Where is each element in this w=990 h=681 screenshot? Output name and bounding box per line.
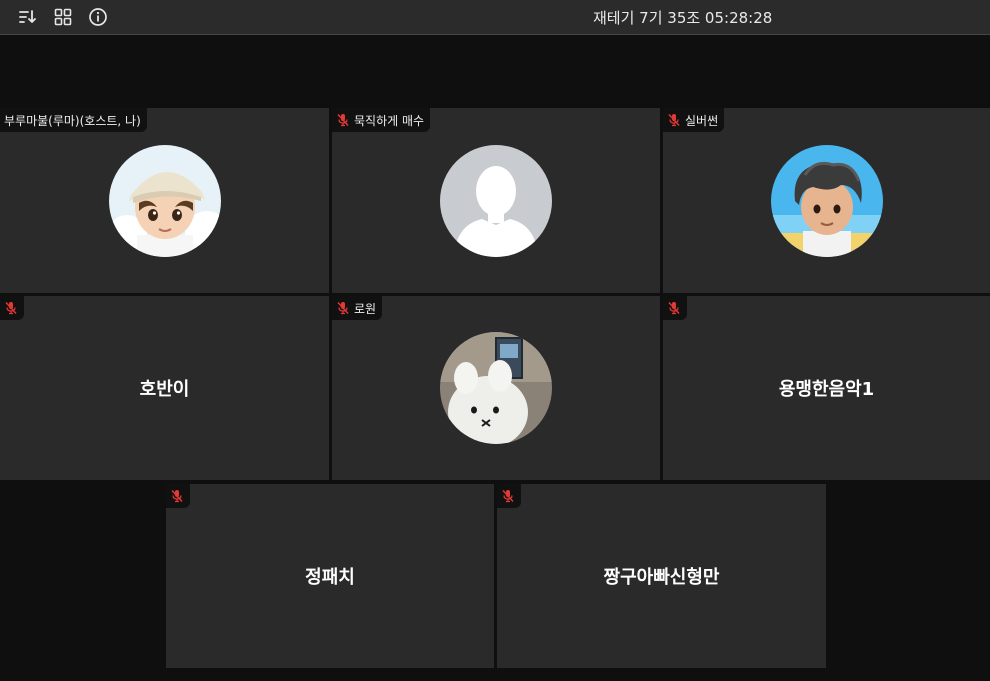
participant-name: 호반이 [139,379,190,400]
info-icon[interactable] [87,6,109,28]
participant-name-label [663,296,687,320]
mic-muted-icon [170,489,184,503]
participant-name-label: 묵직하게 매수 [332,108,431,132]
sort-descending-icon[interactable] [17,6,39,28]
meeting-title: 재테기 7기 35조 05:28:28 [593,9,773,27]
participant-name: 용맹한음악1 [778,379,875,400]
participant-name-label: 부루마불(루마)(호스트, 나) [0,108,147,132]
boy-cap-avatar [108,144,221,257]
participant-name-label [0,296,24,320]
participant-tile[interactable]: 실버썬 [663,108,990,293]
participant-name-label [497,484,521,508]
plush-toy-photo-avatar [440,332,552,444]
participant-tile[interactable]: 로원 [332,296,660,480]
participant-name: 부루마불(루마)(호스트, 나) [4,113,141,128]
participant-name-label: 로원 [332,296,383,320]
participant-tile[interactable]: 짱구아빠신형만 [497,484,826,668]
participant-tile[interactable]: 묵직하게 매수 [332,108,660,293]
participant-tile[interactable]: 호반이 [0,296,329,480]
mic-muted-icon [4,301,18,315]
mic-muted-icon [501,489,515,503]
participant-name: 묵직하게 매수 [354,113,425,128]
participant-name-label: 실버썬 [663,108,725,132]
participant-name: 짱구아빠신형만 [603,567,720,588]
mic-muted-icon [336,301,350,315]
grid-view-icon[interactable] [52,6,74,28]
participant-tile[interactable]: 정패치 [166,484,494,668]
participant-name-label [166,484,190,508]
participant-name: 로원 [354,301,377,316]
top-toolbar: 재테기 7기 35조 05:28:28 [0,0,990,35]
participant-grid: 부루마불(루마)(호스트, 나) 묵직하게 매수 실버썬 호반이 로원 용맹한음… [0,36,990,681]
mic-muted-icon [336,113,350,127]
participant-tile[interactable]: 용맹한음악1 [663,296,990,480]
boy-beach-avatar [770,144,883,257]
participant-name: 실버썬 [685,113,719,128]
participant-name: 정패치 [305,567,355,588]
mic-muted-icon [667,301,681,315]
participant-tile[interactable]: 부루마불(루마)(호스트, 나) [0,108,329,293]
default-person-avatar [440,144,552,257]
mic-muted-icon [667,113,681,127]
